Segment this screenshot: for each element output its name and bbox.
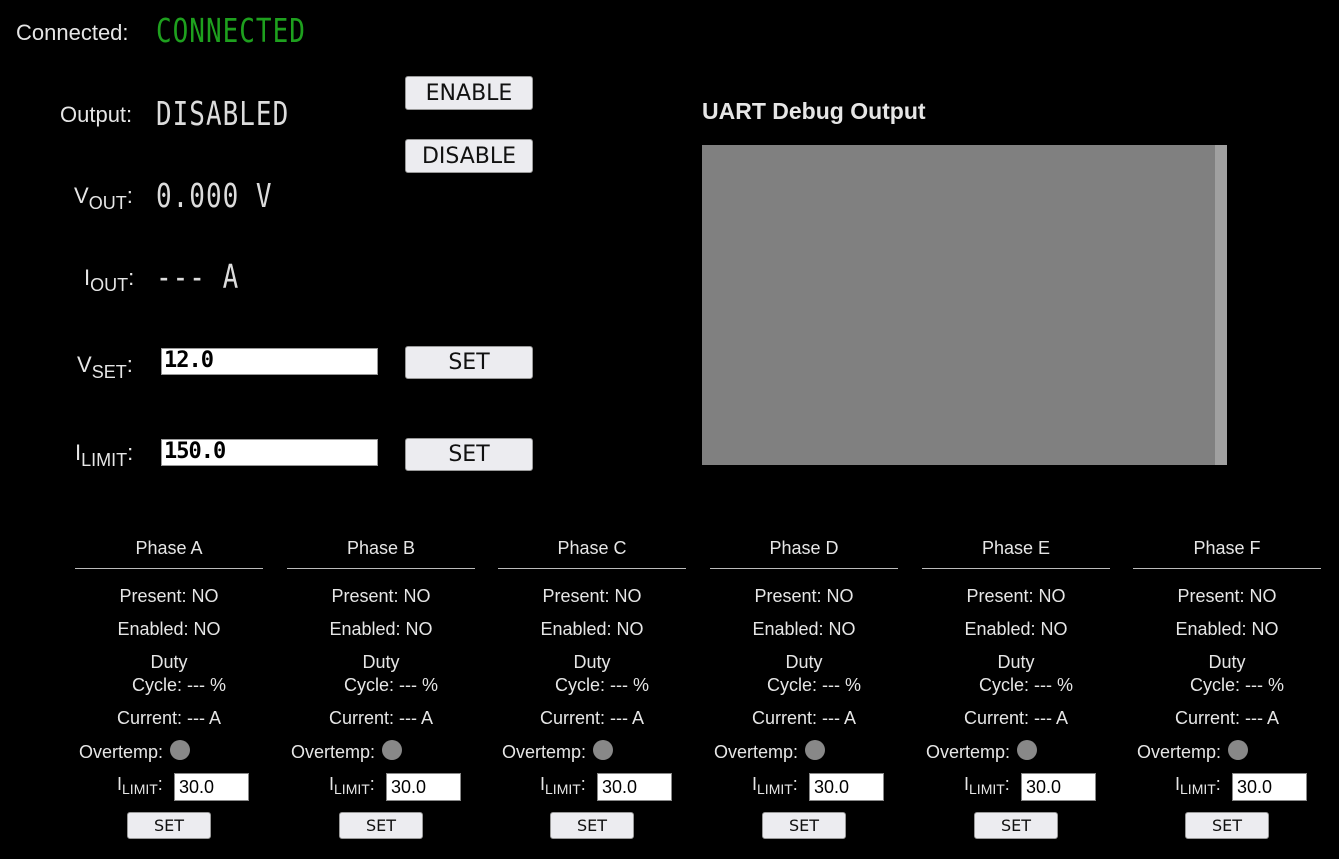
- phase-duty-label: Duty: [997, 652, 1035, 672]
- phase-enabled: Enabled: NO: [329, 619, 433, 639]
- phase-duty-cycle: Cycle: --- %: [979, 675, 1073, 695]
- phase-panel: Phase D Present: NO Enabled: NO Duty Cyc…: [710, 530, 898, 839]
- disable-button[interactable]: DISABLE: [405, 139, 533, 173]
- ilimit-label: ILIMIT:: [75, 440, 134, 470]
- phase-set-button[interactable]: SET: [550, 812, 634, 839]
- phase-present: Present: NO: [754, 586, 854, 606]
- phase-present: Present: NO: [331, 586, 431, 606]
- overtemp-indicator-icon: [382, 740, 403, 760]
- phase-ilimit-input[interactable]: 30.0: [809, 773, 884, 801]
- phase-overtemp: Overtemp:: [1137, 740, 1325, 763]
- phase-title: Phase D: [710, 530, 898, 569]
- uart-title: UART Debug Output: [702, 98, 926, 124]
- phase-ilimit-input[interactable]: 30.0: [1232, 773, 1307, 801]
- overtemp-indicator-icon: [805, 740, 826, 760]
- vset-label: VSET:: [77, 352, 133, 382]
- overtemp-indicator-icon: [593, 740, 614, 760]
- phase-enabled: Enabled: NO: [1175, 619, 1279, 639]
- overtemp-indicator-icon: [1017, 740, 1038, 760]
- phase-set-button[interactable]: SET: [127, 812, 211, 839]
- iout-value: --- A: [156, 259, 240, 297]
- phase-ilimit-input[interactable]: 30.0: [386, 773, 461, 801]
- phase-duty-cycle: Cycle: --- %: [555, 675, 649, 695]
- phase-duty-label: Duty: [573, 652, 611, 672]
- phase-overtemp: Overtemp:: [714, 740, 902, 763]
- uart-scrollbar[interactable]: [1215, 145, 1227, 465]
- phase-overtemp: Overtemp:: [79, 740, 267, 763]
- phase-duty-cycle: Cycle: --- %: [1190, 675, 1284, 695]
- phase-panel: Phase A Present: NO Enabled: NO Duty Cyc…: [75, 530, 263, 839]
- output-label: Output:: [60, 102, 133, 127]
- phase-current: Current: --- A: [1174, 708, 1280, 728]
- phase-ilimit-input[interactable]: 30.0: [597, 773, 672, 801]
- phase-enabled: Enabled: NO: [540, 619, 644, 639]
- enable-button[interactable]: ENABLE: [405, 76, 533, 110]
- connected-label: Connected:: [16, 20, 129, 45]
- phase-ilimit-label: ILIMIT:: [329, 774, 375, 797]
- phase-duty-cycle: Cycle: --- %: [767, 675, 861, 695]
- phase-title: Phase F: [1133, 530, 1321, 569]
- phase-ilimit-label: ILIMIT:: [540, 774, 586, 797]
- ilimit-set-button[interactable]: SET: [405, 438, 533, 471]
- vset-input[interactable]: 12.0: [161, 348, 378, 375]
- phase-panel: Phase C Present: NO Enabled: NO Duty Cyc…: [498, 530, 686, 839]
- phase-panel: Phase F Present: NO Enabled: NO Duty Cyc…: [1133, 530, 1321, 839]
- phase-current: Current: --- A: [116, 708, 222, 728]
- phase-duty-label: Duty: [1208, 652, 1246, 672]
- phase-present: Present: NO: [966, 586, 1066, 606]
- phase-overtemp: Overtemp:: [926, 740, 1114, 763]
- phase-duty-label: Duty: [150, 652, 188, 672]
- phase-title: Phase E: [922, 530, 1110, 569]
- phase-ilimit-input[interactable]: 30.0: [174, 773, 249, 801]
- overtemp-indicator-icon: [1228, 740, 1249, 760]
- vset-set-button[interactable]: SET: [405, 346, 533, 379]
- phase-present: Present: NO: [1177, 586, 1277, 606]
- phase-ilimit-input[interactable]: 30.0: [1021, 773, 1096, 801]
- phase-set-button[interactable]: SET: [1185, 812, 1269, 839]
- phase-overtemp: Overtemp:: [502, 740, 690, 763]
- phase-title: Phase B: [287, 530, 475, 569]
- phase-duty-label: Duty: [362, 652, 400, 672]
- phase-ilimit-label: ILIMIT:: [117, 774, 163, 797]
- phase-set-button[interactable]: SET: [974, 812, 1058, 839]
- vout-label: VOUT:: [74, 183, 133, 213]
- phase-present: Present: NO: [119, 586, 219, 606]
- phase-enabled: Enabled: NO: [117, 619, 221, 639]
- phase-current: Current: --- A: [328, 708, 434, 728]
- phase-present: Present: NO: [542, 586, 642, 606]
- phase-enabled: Enabled: NO: [752, 619, 856, 639]
- phase-ilimit-label: ILIMIT:: [964, 774, 1010, 797]
- phase-current: Current: --- A: [751, 708, 857, 728]
- phase-set-button[interactable]: SET: [339, 812, 423, 839]
- phase-duty-label: Duty: [785, 652, 823, 672]
- ilimit-input[interactable]: 150.0: [161, 439, 378, 466]
- overtemp-indicator-icon: [170, 740, 191, 760]
- phase-title: Phase C: [498, 530, 686, 569]
- phase-overtemp: Overtemp:: [291, 740, 479, 763]
- phase-enabled: Enabled: NO: [964, 619, 1068, 639]
- phase-duty-cycle: Cycle: --- %: [132, 675, 226, 695]
- phase-panel: Phase B Present: NO Enabled: NO Duty Cyc…: [287, 530, 475, 839]
- phase-duty-cycle: Cycle: --- %: [344, 675, 438, 695]
- output-status: DISABLED: [156, 96, 290, 134]
- iout-label: IOUT:: [84, 265, 135, 295]
- vout-value: 0.000 V: [156, 178, 273, 216]
- connected-status: CONNECTED: [156, 13, 306, 51]
- phase-title: Phase A: [75, 530, 263, 569]
- phase-current: Current: --- A: [963, 708, 1069, 728]
- phase-set-button[interactable]: SET: [762, 812, 846, 839]
- phase-current: Current: --- A: [539, 708, 645, 728]
- phase-ilimit-label: ILIMIT:: [752, 774, 798, 797]
- uart-output-box[interactable]: [702, 145, 1227, 465]
- phase-panel: Phase E Present: NO Enabled: NO Duty Cyc…: [922, 530, 1110, 839]
- phase-ilimit-label: ILIMIT:: [1175, 774, 1221, 797]
